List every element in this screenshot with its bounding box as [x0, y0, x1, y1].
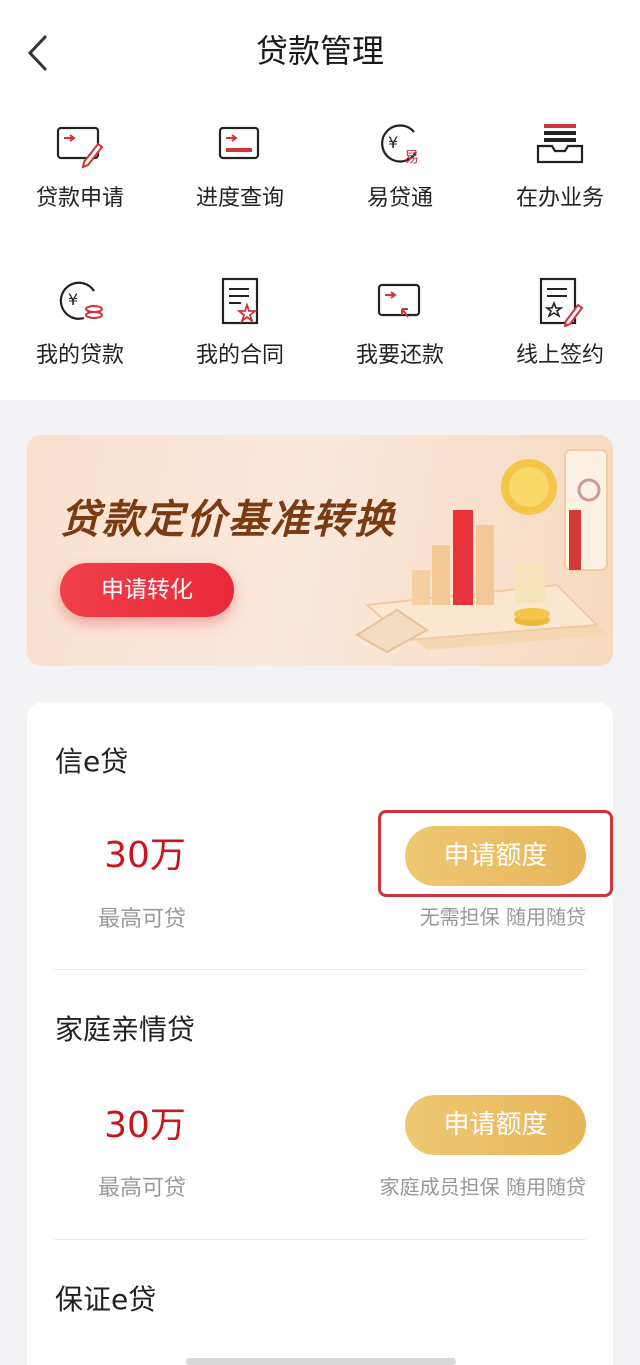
banner-apply-convert-button[interactable]: 申请转化 [60, 563, 234, 617]
in-progress-business-icon [536, 124, 584, 164]
service-grid: 贷款申请 进度查询 ¥ 易 易贷通 在办业务 ¥ 我的贷款 我的合同 我要还款 … [0, 100, 640, 400]
max-amount: 30万 [104, 1105, 186, 1146]
promo-banner[interactable]: 贷款定价基准转换 申请转化 [27, 435, 613, 666]
product-card: 信e贷 30万 最高可贷 申请额度 无需担保 随用随贷 家庭亲情贷 30万 最高… [27, 702, 613, 1365]
apply-credit-button[interactable]: 申请额度 [405, 826, 586, 886]
divider [54, 1239, 586, 1240]
my-loan-icon: ¥ [59, 281, 103, 320]
grid-item-my-loan[interactable]: ¥ 我的贷款 [0, 257, 160, 387]
grid-label: 在办业务 [515, 186, 604, 211]
banner-illustration [355, 449, 609, 654]
scroll-bar[interactable] [186, 1358, 456, 1365]
grid-item-loan-apply[interactable]: 贷款申请 [0, 100, 160, 230]
max-amount-label: 最高可贷 [97, 907, 186, 932]
grid-label: 进度查询 [195, 186, 284, 211]
loan-management-page: 贷款管理 贷款申请 进度查询 ¥ 易 易贷通 在办业务 ¥ 我的贷款 我的合同 … [0, 0, 640, 1365]
svg-text:易: 易 [404, 148, 419, 166]
loan-apply-icon [56, 126, 104, 169]
product-name: 家庭亲情贷 [55, 1013, 196, 1046]
grid-label: 易贷通 [366, 186, 433, 211]
grid-item-in-progress[interactable]: 在办业务 [480, 100, 640, 230]
page-title: 贷款管理 [255, 32, 384, 70]
yidaitong-icon: ¥ 易 [381, 124, 419, 166]
online-sign-icon [539, 277, 584, 327]
product-name: 保证e贷 [55, 1283, 157, 1316]
my-contract-icon [221, 277, 259, 325]
apply-credit-button[interactable]: 申请额度 [405, 1095, 586, 1155]
repayment-icon [377, 283, 421, 318]
grid-label: 我的贷款 [35, 343, 124, 368]
progress-query-icon [218, 126, 260, 160]
grid-item-online-sign[interactable]: 线上签约 [480, 257, 640, 387]
divider [54, 969, 586, 970]
product-name: 信e贷 [55, 745, 129, 778]
max-amount: 30万 [104, 835, 186, 876]
grid-label: 我要还款 [355, 343, 444, 368]
product-feature: 家庭成员担保 随用随贷 [379, 1175, 586, 1199]
max-amount-label: 最高可贷 [97, 1176, 186, 1201]
grid-item-my-contract[interactable]: 我的合同 [160, 257, 320, 387]
header: 贷款管理 [0, 0, 640, 100]
grid-item-repayment[interactable]: 我要还款 [320, 257, 480, 387]
grid-label: 我的合同 [195, 343, 284, 368]
product-feature: 无需担保 随用随贷 [419, 905, 586, 929]
svg-text:¥: ¥ [68, 290, 78, 309]
grid-label: 贷款申请 [35, 186, 124, 211]
grid-label: 线上签约 [515, 343, 604, 368]
grid-item-yidaitong[interactable]: ¥ 易 易贷通 [320, 100, 480, 230]
grid-item-progress-query[interactable]: 进度查询 [160, 100, 320, 230]
svg-text:¥: ¥ [388, 133, 398, 152]
